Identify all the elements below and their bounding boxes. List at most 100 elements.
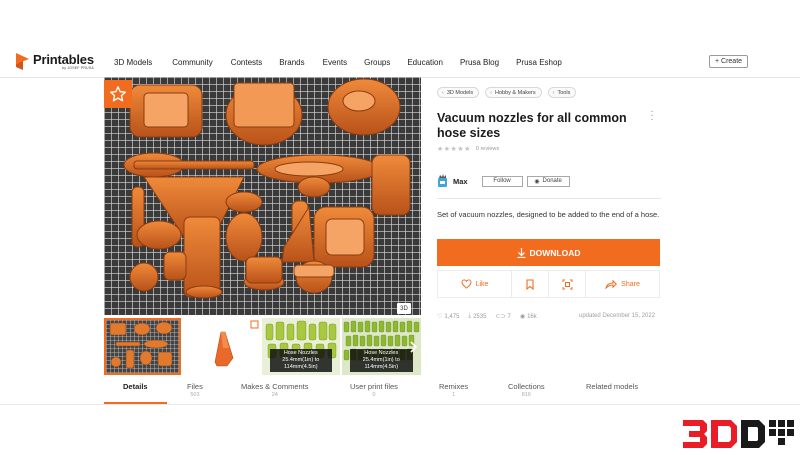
- share-button[interactable]: Share: [586, 271, 659, 297]
- tab-details[interactable]: Details: [123, 382, 148, 391]
- author-name[interactable]: Max: [453, 177, 468, 186]
- top-blank-area: [0, 0, 800, 46]
- tab-remixes[interactable]: Remixes 1: [439, 382, 468, 398]
- brand-name: Printables: [33, 52, 94, 67]
- bookmark-button[interactable]: [512, 271, 549, 297]
- nav-item-3d-models[interactable]: 3D Models: [114, 58, 152, 67]
- donate-icon: ◉: [534, 178, 540, 185]
- share-icon: [605, 279, 618, 289]
- tab-related-models[interactable]: Related models: [586, 382, 638, 391]
- tab-makes-comments[interactable]: Makes & Comments 24: [241, 382, 309, 398]
- tab-count: 503: [190, 392, 200, 398]
- reviews-count: 0 reviews: [475, 146, 500, 152]
- download-button[interactable]: DOWNLOAD: [437, 239, 660, 266]
- breadcrumb-tools[interactable]: ‹ Tools: [547, 87, 577, 98]
- main-menu: 3D Models Community Contests Brands Even…: [114, 46, 562, 78]
- thumbnail-2[interactable]: [182, 318, 261, 375]
- nav-item-community[interactable]: Community: [172, 58, 212, 67]
- gallery-next-arrow[interactable]: [404, 318, 421, 375]
- tab-count: 816: [521, 392, 531, 398]
- more-options-icon[interactable]: · · ·: [650, 107, 654, 125]
- chevron-left-icon: ‹: [490, 89, 492, 96]
- tab-label: Related models: [586, 382, 639, 391]
- tab-label: Remixes: [439, 382, 469, 391]
- tab-label: User print files: [350, 382, 398, 391]
- 3d-view-badge[interactable]: 3D: [397, 303, 411, 314]
- tab-count: 0: [372, 392, 376, 398]
- eye-icon: ◉: [519, 314, 526, 320]
- model-title: Vacuum nozzles for all common hose sizes: [437, 111, 627, 140]
- like-label: Like: [475, 280, 489, 288]
- top-navigation: Printables by JOSEF PRUSA 3D Models Comm…: [0, 46, 800, 78]
- makes-count: 7: [507, 313, 511, 320]
- tab-label: Makes & Comments: [241, 382, 309, 391]
- rating[interactable]: ★★★★★ 0 reviews: [437, 145, 499, 153]
- download-label: DOWNLOAD: [529, 247, 581, 258]
- brand-subtitle: by JOSEF PRUSA: [62, 66, 94, 70]
- create-button[interactable]: + Create: [709, 55, 748, 68]
- nav-item-brands[interactable]: Brands: [279, 58, 304, 67]
- share-label: Share: [621, 280, 640, 288]
- donate-label: Donate: [542, 178, 562, 184]
- breadcrumb-label: Tools: [557, 89, 571, 96]
- nav-item-contests[interactable]: Contests: [231, 58, 263, 67]
- star-icon: [109, 86, 127, 102]
- tab-user-print-files[interactable]: User print files 0: [350, 382, 398, 398]
- printables-logo-icon: [16, 53, 29, 71]
- printables-logo[interactable]: Printables by JOSEF PRUSA: [16, 53, 94, 71]
- nav-item-prusa-eshop[interactable]: Prusa Eshop: [516, 58, 562, 67]
- breadcrumb-label: 3D Models: [446, 89, 474, 96]
- follow-button[interactable]: Follow: [481, 175, 523, 187]
- model-description: Set of vacuum nozzles, designed to be ad…: [437, 210, 660, 219]
- tab-files[interactable]: Files 503: [187, 382, 203, 398]
- add-to-collection-button[interactable]: [549, 271, 586, 297]
- bookmark-icon: [526, 278, 534, 290]
- create-button-label: Create: [721, 58, 743, 65]
- breadcrumb-hobby-makers[interactable]: ‹ Hobby & Makers: [485, 87, 542, 98]
- likes-count: 1,475: [444, 313, 460, 320]
- views-count: 16k: [527, 313, 537, 320]
- tab-count: 24: [271, 392, 278, 398]
- heart-icon: ♡: [437, 314, 443, 320]
- rating-stars-icon: ★★★★★: [437, 146, 471, 153]
- views-stat: ◉ 16k: [519, 313, 537, 321]
- tab-count: 1: [452, 392, 456, 398]
- author-row: Max Follow ◉ Donate: [437, 174, 574, 188]
- updated-date: updated December 15, 2022: [579, 313, 656, 319]
- action-bar: Like Share: [437, 270, 660, 298]
- makes-icon: ⊂⊃: [495, 314, 506, 320]
- likes-stat: ♡ 1,475: [437, 313, 460, 321]
- model-tabs: Details Files 503 Makes & Comments 24 Us…: [104, 382, 664, 404]
- donate-button[interactable]: ◉ Donate: [526, 175, 570, 187]
- heart-icon: [461, 279, 472, 289]
- downloads-count: 2535: [473, 313, 487, 320]
- thumbnail-caption: Hose Nozzles 25.4mm(1in) to 114mm(4.5in): [270, 349, 332, 372]
- divider: [437, 198, 661, 199]
- tab-label: Collections: [508, 382, 545, 391]
- tab-label: Details: [123, 382, 148, 391]
- breadcrumb-3d-models[interactable]: ‹ 3D Models: [437, 87, 480, 98]
- chevron-left-icon: ‹: [442, 89, 444, 96]
- nav-item-prusa-blog[interactable]: Prusa Blog: [460, 58, 499, 67]
- tab-label: Files: [187, 382, 203, 391]
- collection-icon: [562, 279, 572, 289]
- tab-collections[interactable]: Collections 816: [508, 382, 545, 398]
- avatar[interactable]: [437, 174, 448, 188]
- thumbnail-3[interactable]: Hose Nozzles 25.4mm(1in) to 114mm(4.5in): [262, 318, 340, 375]
- breadcrumb-label: Hobby & Makers: [494, 89, 536, 96]
- breadcrumb: ‹ 3D Models ‹ Hobby & Makers ‹ Tools: [437, 87, 582, 98]
- main-model-image[interactable]: [104, 77, 421, 315]
- nav-item-groups[interactable]: Groups: [364, 58, 390, 67]
- downloads-stat: ⤓ 2535: [468, 313, 486, 320]
- nav-item-education[interactable]: Education: [407, 58, 443, 67]
- 3dy-watermark-logo: [681, 418, 799, 450]
- favorite-star-button[interactable]: [104, 80, 132, 108]
- like-button[interactable]: Like: [438, 271, 512, 297]
- divider: [0, 404, 800, 405]
- model-stats: ♡ 1,475 ⤓ 2535 ⊂⊃ 7 ◉ 16k: [437, 313, 546, 320]
- makes-stat: ⊂⊃ 7: [495, 313, 511, 321]
- nav-item-events[interactable]: Events: [323, 58, 347, 67]
- chevron-left-icon: ‹: [552, 89, 555, 96]
- thumbnail-1[interactable]: [104, 318, 181, 375]
- download-icon: [517, 247, 525, 258]
